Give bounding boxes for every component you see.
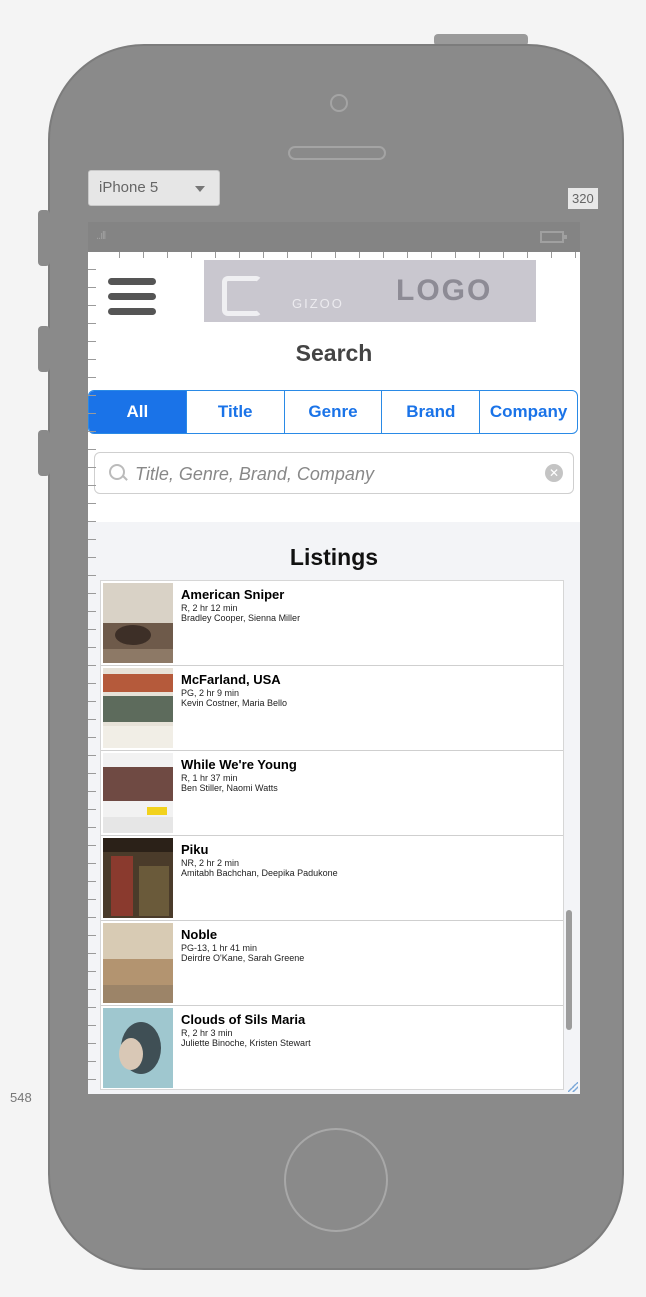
movie-cast: Kevin Costner, Maria Bello <box>181 698 288 708</box>
logo-brand: GIZOO <box>292 296 344 311</box>
scrollbar[interactable] <box>566 910 572 1030</box>
poster-image <box>103 753 173 833</box>
signal-icon: ..ıll <box>96 230 106 242</box>
volume-up-button <box>38 326 50 372</box>
listings-section: Listings American Sniper R, 2 hr 12 min … <box>88 522 580 1094</box>
battery-icon <box>540 231 567 243</box>
speaker-icon <box>288 146 386 160</box>
list-item[interactable]: Clouds of Sils Maria R, 2 hr 3 min Julie… <box>101 1006 563 1089</box>
movie-meta: R, 2 hr 3 min <box>181 1028 233 1038</box>
list-item[interactable]: McFarland, USA PG, 2 hr 9 min Kevin Cost… <box>101 666 563 751</box>
app-screen: GIZOO LOGO Search All Title Genre Brand … <box>88 252 580 1094</box>
search-filter-tabs: All Title Genre Brand Company <box>88 390 578 434</box>
movie-meta: R, 2 hr 12 min <box>181 603 238 613</box>
poster-image <box>103 923 173 1003</box>
movie-title: Clouds of Sils Maria <box>181 1012 306 1027</box>
horizontal-ruler <box>96 252 576 258</box>
search-field: ✕ <box>94 452 574 494</box>
list-item[interactable]: While We're Young R, 1 hr 37 min Ben Sti… <box>101 751 563 836</box>
logo: GIZOO LOGO <box>204 260 536 322</box>
search-icon <box>109 464 125 480</box>
tab-brand[interactable]: Brand <box>381 391 479 433</box>
viewport-height-label: 548 <box>10 1090 32 1105</box>
movie-title: Noble <box>181 927 218 942</box>
movie-cast: Juliette Binoche, Kristen Stewart <box>181 1038 311 1048</box>
list-item[interactable]: Noble PG-13, 1 hr 41 min Deirdre O'Kane,… <box>101 921 563 1006</box>
tab-genre[interactable]: Genre <box>283 391 382 433</box>
movie-meta: PG, 2 hr 9 min <box>181 688 240 698</box>
movie-title: Piku <box>181 842 209 857</box>
movie-cast: Amitabh Bachchan, Deepika Padukone <box>181 868 338 878</box>
poster-image <box>103 583 173 663</box>
list-item[interactable]: American Sniper R, 2 hr 12 min Bradley C… <box>101 581 563 666</box>
poster-image <box>103 668 173 748</box>
resize-handle-icon[interactable] <box>568 1082 578 1092</box>
search-input[interactable] <box>133 461 537 487</box>
poster-image <box>103 1008 173 1088</box>
movie-meta: R, 1 hr 37 min <box>181 773 238 783</box>
chevron-down-icon <box>195 186 205 192</box>
tab-company[interactable]: Company <box>479 391 577 433</box>
tab-title[interactable]: Title <box>185 391 284 433</box>
list-item[interactable]: Piku NR, 2 hr 2 min Amitabh Bachchan, De… <box>101 836 563 921</box>
camera-icon <box>330 94 348 112</box>
logo-text: LOGO <box>396 274 493 307</box>
listings-list: American Sniper R, 2 hr 12 min Bradley C… <box>100 580 564 1090</box>
tab-all[interactable]: All <box>89 391 186 433</box>
movie-cast: Ben Stiller, Naomi Watts <box>181 783 278 793</box>
movie-title: American Sniper <box>181 587 285 602</box>
movie-cast: Deirdre O'Kane, Sarah Greene <box>181 953 305 963</box>
device-select[interactable]: iPhone 5 <box>88 170 220 206</box>
device-select-label: iPhone 5 <box>99 179 159 196</box>
vertical-ruler <box>88 252 96 1094</box>
status-bar <box>88 222 580 252</box>
mute-switch <box>38 210 50 266</box>
poster-image <box>103 838 173 918</box>
menu-icon[interactable] <box>108 278 156 316</box>
movie-cast: Bradley Cooper, Sienna Miller <box>181 613 301 623</box>
logo-mark-icon <box>222 276 262 316</box>
home-button <box>284 1128 388 1232</box>
movie-meta: NR, 2 hr 2 min <box>181 858 240 868</box>
listings-heading: Listings <box>289 544 379 570</box>
clear-icon[interactable]: ✕ <box>545 464 563 482</box>
viewport-width-label: 320 <box>568 188 598 209</box>
movie-title: While We're Young <box>181 757 297 772</box>
movie-meta: PG-13, 1 hr 41 min <box>181 943 258 953</box>
search-heading: Search <box>295 340 373 366</box>
movie-title: McFarland, USA <box>181 672 281 687</box>
volume-down-button <box>38 430 50 476</box>
